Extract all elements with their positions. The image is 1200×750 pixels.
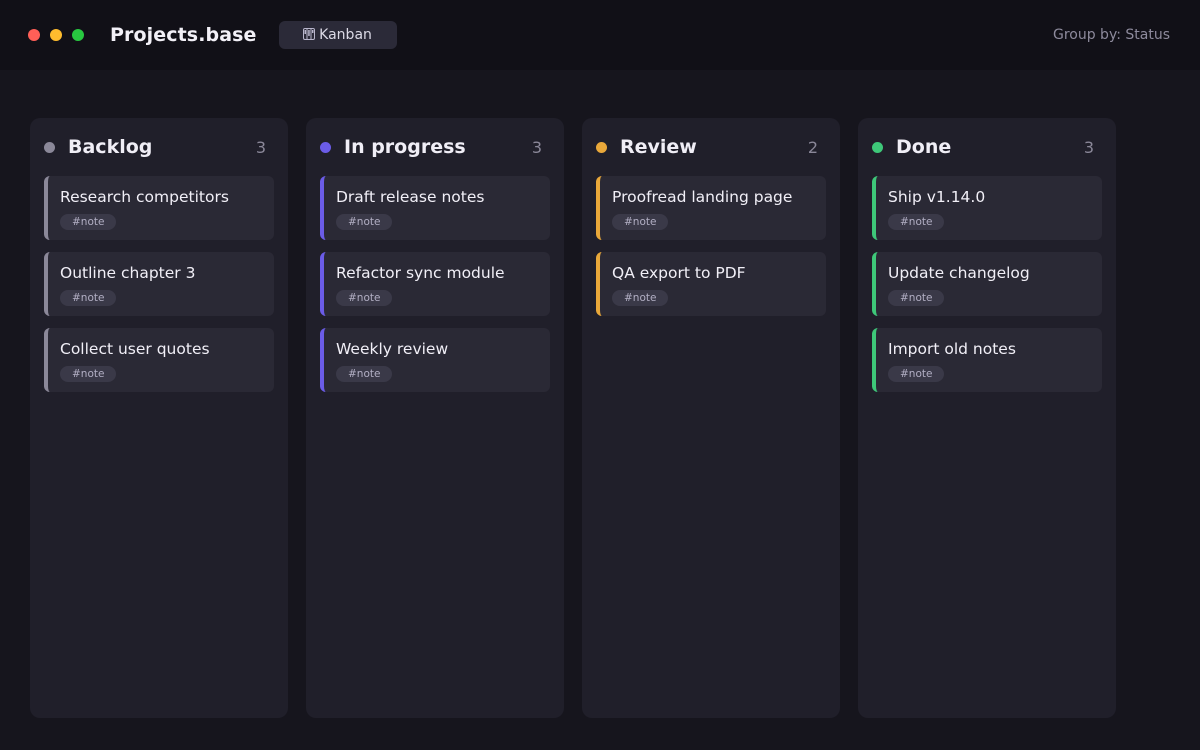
kanban-icon (303, 27, 316, 43)
card-list: Proofread landing page #note QA export t… (596, 176, 826, 316)
window-controls (28, 29, 84, 41)
column-count: 3 (1083, 137, 1094, 157)
column-review: Review 2 Proofread landing page #note QA… (582, 118, 840, 718)
maximize-window-button[interactable] (72, 29, 84, 41)
card-title: Outline chapter 3 (60, 264, 196, 282)
column-title: Backlog (68, 136, 153, 158)
title-bar: Projects.base Kanban Group by: Status (0, 0, 1200, 70)
minimize-window-button[interactable] (50, 29, 62, 41)
card-title: Collect user quotes (60, 340, 210, 358)
card[interactable]: Update changelog #note (872, 252, 1102, 316)
card-tag[interactable]: #note (336, 290, 393, 306)
card-tag[interactable]: #note (60, 214, 117, 230)
column-count: 3 (255, 137, 266, 157)
card-tag[interactable]: #note (336, 214, 393, 230)
column-count: 3 (531, 137, 542, 157)
card-title: Research competitors (60, 188, 229, 206)
card[interactable]: QA export to PDF #note (596, 252, 826, 316)
card-tag[interactable]: #note (612, 290, 669, 306)
status-dot-icon (872, 141, 883, 153)
column-header: Backlog 3 (44, 118, 274, 176)
card-tag[interactable]: #note (888, 290, 945, 306)
card-title: Ship v1.14.0 (888, 188, 986, 206)
column-backlog: Backlog 3 Research competitors #note Out… (30, 118, 288, 718)
status-dot-icon (320, 141, 331, 153)
tab-kanban[interactable]: Kanban (278, 21, 397, 49)
status-dot-icon (596, 141, 607, 153)
card[interactable]: Draft release notes #note (320, 176, 550, 240)
status-dot-icon (44, 141, 55, 153)
column-title: Done (896, 136, 952, 158)
close-window-button[interactable] (28, 29, 40, 41)
card[interactable]: Research competitors #note (44, 176, 274, 240)
column-header: In progress 3 (320, 118, 550, 176)
card[interactable]: Import old notes #note (872, 328, 1102, 392)
card-title: QA export to PDF (612, 264, 746, 282)
card-tag[interactable]: #note (60, 290, 117, 306)
card-list: Draft release notes #note Refactor sync … (320, 176, 550, 392)
card-title: Refactor sync module (336, 264, 505, 282)
card-tag[interactable]: #note (336, 366, 393, 382)
tab-kanban-label: Kanban (319, 27, 372, 43)
card[interactable]: Collect user quotes #note (44, 328, 274, 392)
group-by-selector[interactable]: Group by: Status (1053, 0, 1170, 70)
card-title: Update changelog (888, 264, 1030, 282)
card-tag[interactable]: #note (60, 366, 117, 382)
column-header: Done 3 (872, 118, 1102, 176)
card-list: Research competitors #note Outline chapt… (44, 176, 274, 392)
card-tag[interactable]: #note (888, 214, 945, 230)
column-count: 2 (807, 137, 818, 157)
card[interactable]: Refactor sync module #note (320, 252, 550, 316)
card-title: Import old notes (888, 340, 1016, 358)
column-header: Review 2 (596, 118, 826, 176)
card-title: Weekly review (336, 340, 449, 358)
card-tag[interactable]: #note (888, 366, 945, 382)
card-list: Ship v1.14.0 #note Update changelog #not… (872, 176, 1102, 392)
kanban-board: Backlog 3 Research competitors #note Out… (30, 118, 1116, 718)
app-title: Projects.base (110, 24, 257, 46)
column-title: In progress (344, 136, 466, 158)
card[interactable]: Weekly review #note (320, 328, 550, 392)
card-tag[interactable]: #note (612, 214, 669, 230)
column-title: Review (620, 136, 697, 158)
column-in-progress: In progress 3 Draft release notes #note … (306, 118, 564, 718)
card-title: Proofread landing page (612, 188, 793, 206)
card-title: Draft release notes (336, 188, 485, 206)
column-done: Done 3 Ship v1.14.0 #note Update changel… (858, 118, 1116, 718)
card[interactable]: Outline chapter 3 #note (44, 252, 274, 316)
card[interactable]: Proofread landing page #note (596, 176, 826, 240)
card[interactable]: Ship v1.14.0 #note (872, 176, 1102, 240)
